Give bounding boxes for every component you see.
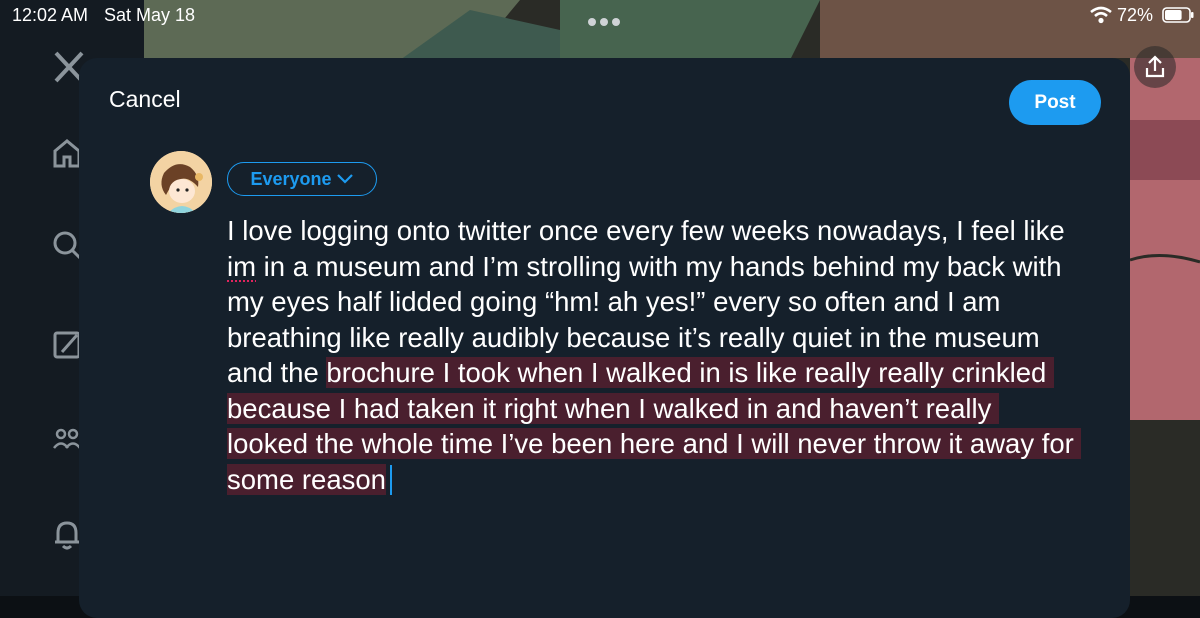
battery-icon: [1162, 7, 1194, 23]
chevron-down-icon: [336, 174, 353, 184]
tweet-text-part: I love logging onto twitter once every f…: [227, 215, 1073, 246]
misspelled-word[interactable]: im: [227, 251, 256, 282]
wifi-icon: [1090, 6, 1112, 24]
share-icon[interactable]: [1134, 46, 1176, 88]
status-date: Sat May 18: [104, 5, 196, 25]
post-button[interactable]: Post: [1009, 80, 1101, 125]
cancel-button[interactable]: Cancel: [109, 86, 181, 113]
audience-label: Everyone: [250, 168, 332, 189]
audience-selector[interactable]: Everyone: [227, 162, 377, 196]
avatar[interactable]: [150, 151, 212, 213]
battery-percent: 72%: [1117, 5, 1154, 25]
status-bar: 12:02 AM Sat May 18 72%: [0, 0, 1200, 30]
multitasking-dots-icon[interactable]: [588, 10, 624, 26]
tweet-text-input[interactable]: I love logging onto twitter once every f…: [227, 213, 1082, 497]
text-cursor: [389, 464, 392, 495]
status-time: 12:02 AM: [12, 5, 89, 25]
compose-modal: Cancel Post Everyone I love logging onto…: [79, 58, 1130, 618]
selected-text: brochure I took when I walked in is like…: [227, 357, 1082, 495]
